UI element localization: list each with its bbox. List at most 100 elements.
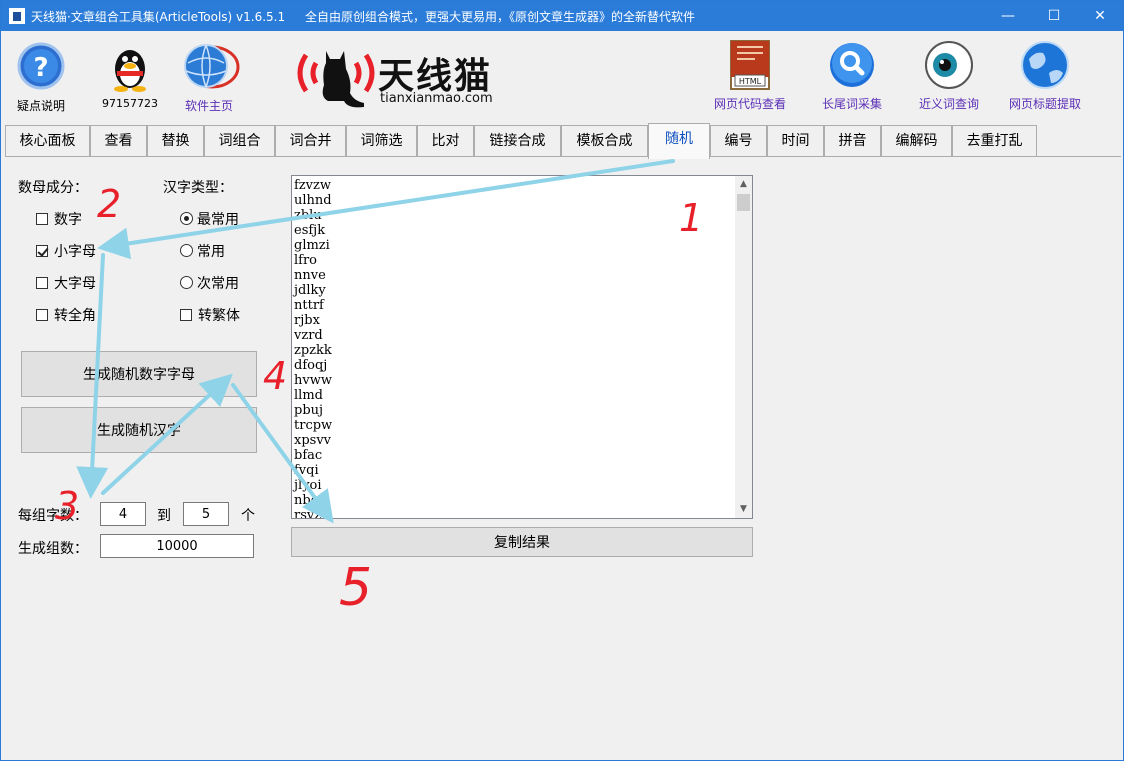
less-common-radio[interactable]: 次常用 bbox=[180, 273, 239, 293]
result-line: zblu bbox=[294, 208, 322, 223]
synonym-label: 近义词查询 bbox=[918, 97, 979, 111]
result-line: fvqi bbox=[294, 463, 319, 478]
logo-text-en: tianxianmao.com bbox=[380, 91, 493, 106]
earth-icon bbox=[1021, 41, 1069, 89]
scroll-down-icon[interactable]: ▼ bbox=[735, 501, 752, 518]
svg-text:?: ? bbox=[33, 53, 48, 83]
copy-result-button[interactable]: 复制结果 bbox=[291, 527, 753, 557]
svg-text:HTML: HTML bbox=[739, 77, 762, 86]
tab-core-panel[interactable]: 核心面板 bbox=[5, 125, 90, 157]
brand-logo: 天线猫 tianxianmao.com bbox=[294, 41, 494, 111]
group-count-input[interactable] bbox=[100, 534, 254, 558]
common-radio[interactable]: 常用 bbox=[180, 241, 225, 261]
tab-view[interactable]: 查看 bbox=[90, 125, 147, 157]
result-line: vzrd bbox=[294, 328, 323, 343]
minimize-button[interactable]: — bbox=[985, 1, 1031, 31]
result-line: trcpw bbox=[294, 418, 333, 433]
tab-template-compose[interactable]: 模板合成 bbox=[561, 125, 648, 157]
html-view-label: 网页代码查看 bbox=[713, 97, 786, 111]
digits-checkbox-label: 数字 bbox=[54, 212, 82, 228]
tab-word-filter[interactable]: 词筛选 bbox=[346, 125, 417, 157]
html-view-button[interactable]: HTML 网页代码查看 bbox=[708, 37, 792, 112]
result-line: nttrf bbox=[294, 298, 324, 313]
result-line: bfac bbox=[294, 448, 323, 463]
result-line: esfjk bbox=[294, 223, 326, 238]
title-extract-button[interactable]: 网页标题提取 bbox=[1003, 37, 1087, 112]
scroll-up-icon[interactable]: ▲ bbox=[735, 176, 752, 193]
maximize-button[interactable]: ☐ bbox=[1031, 1, 1077, 31]
result-line: lfro bbox=[294, 253, 318, 268]
generate-hanzi-button[interactable]: 生成随机汉字 bbox=[21, 407, 257, 453]
common-radio-label: 常用 bbox=[197, 244, 225, 260]
longtail-label: 长尾词采集 bbox=[821, 97, 882, 111]
unit-label: 个 bbox=[241, 508, 255, 524]
result-line: xpsvv bbox=[294, 433, 332, 448]
tab-time[interactable]: 时间 bbox=[767, 125, 824, 157]
result-lines: fzvzw ulhnd zblu esfjk glmzi lfro nnve jdlky ntt… bbox=[294, 178, 333, 519]
longtail-button[interactable]: 长尾词采集 bbox=[815, 37, 889, 112]
result-line: zpzkk bbox=[294, 343, 332, 358]
fullwidth-checkbox[interactable]: 转全角 bbox=[36, 305, 96, 325]
home-label: 软件主页 bbox=[184, 99, 233, 113]
help-button[interactable]: ? 疑点说明 bbox=[11, 39, 71, 114]
app-window: 天线猫·文章组合工具集(ArticleTools) v1.6.5.1 全自由原创… bbox=[0, 0, 1124, 761]
result-line: jlyoi bbox=[294, 478, 322, 493]
max-length-input[interactable] bbox=[183, 502, 229, 526]
tab-dedupe-shuffle[interactable]: 去重打乱 bbox=[952, 125, 1037, 157]
fullwidth-checkbox-label: 转全角 bbox=[54, 308, 96, 324]
qq-number: 97157723 bbox=[102, 97, 158, 110]
traditional-checkbox[interactable]: 转繁体 bbox=[180, 305, 240, 325]
tab-word-merge[interactable]: 词合并 bbox=[275, 125, 346, 157]
tab-link-compose[interactable]: 链接合成 bbox=[474, 125, 561, 157]
tab-replace[interactable]: 替换 bbox=[147, 125, 204, 157]
tab-numbering[interactable]: 编号 bbox=[710, 125, 767, 157]
title-extract-label: 网页标题提取 bbox=[1008, 97, 1081, 111]
title-bar: 天线猫·文章组合工具集(ArticleTools) v1.6.5.1 全自由原创… bbox=[1, 1, 1123, 31]
lowercase-checkbox-label: 小字母 bbox=[54, 244, 96, 260]
result-scrollbar[interactable]: ▲ ▼ bbox=[735, 176, 752, 518]
min-length-input[interactable] bbox=[100, 502, 146, 526]
result-line: nbcy bbox=[294, 493, 326, 508]
result-line: ulhnd bbox=[294, 193, 332, 208]
uppercase-checkbox-label: 大字母 bbox=[54, 276, 96, 292]
cat-antenna-icon bbox=[297, 51, 375, 108]
result-line: pbuj bbox=[294, 403, 324, 418]
less-common-radio-label: 次常用 bbox=[197, 276, 239, 292]
search-icon bbox=[830, 43, 874, 87]
result-line: llmd bbox=[294, 388, 323, 403]
app-icon bbox=[9, 8, 25, 24]
most-common-radio-label: 最常用 bbox=[197, 212, 239, 228]
tab-compare[interactable]: 比对 bbox=[417, 125, 474, 157]
tab-encode-decode[interactable]: 编解码 bbox=[881, 125, 952, 157]
result-line: rsvz bbox=[294, 508, 322, 519]
char-composition-label: 数母成分： bbox=[18, 180, 88, 196]
help-icon: ? bbox=[17, 42, 65, 90]
result-line: glmzi bbox=[294, 238, 330, 253]
qq-button[interactable]: 97157723 bbox=[99, 39, 161, 110]
tab-pinyin[interactable]: 拼音 bbox=[824, 125, 881, 157]
traditional-checkbox-label: 转繁体 bbox=[198, 308, 240, 324]
lowercase-checkbox[interactable]: 小字母 bbox=[36, 241, 96, 261]
eye-icon bbox=[925, 41, 973, 89]
uppercase-checkbox[interactable]: 大字母 bbox=[36, 273, 96, 293]
result-line: dfoqj bbox=[294, 358, 328, 373]
tab-word-combine[interactable]: 词组合 bbox=[204, 125, 275, 157]
to-label: 到 bbox=[157, 508, 171, 524]
result-line: fzvzw bbox=[294, 178, 331, 193]
result-textarea[interactable]: fzvzw ulhnd zblu esfjk glmzi lfro nnve jdlky ntt… bbox=[291, 175, 753, 519]
window-title: 天线猫·文章组合工具集(ArticleTools) v1.6.5.1 bbox=[31, 10, 286, 24]
generate-alnum-button[interactable]: 生成随机数字字母 bbox=[21, 351, 257, 397]
most-common-radio[interactable]: 最常用 bbox=[180, 209, 239, 229]
window-subtitle: 全自由原创组合模式，更强大更易用，《原创文章生成器》的全新替代软件 bbox=[305, 10, 696, 24]
close-button[interactable]: ✕ bbox=[1077, 1, 1123, 31]
result-line: rjbx bbox=[294, 313, 320, 328]
result-line: jdlky bbox=[294, 283, 326, 298]
help-label: 疑点说明 bbox=[16, 99, 65, 113]
home-button[interactable]: 软件主页 bbox=[177, 39, 241, 114]
tab-random[interactable]: 随机 bbox=[648, 123, 710, 159]
scroll-thumb[interactable] bbox=[737, 194, 750, 211]
result-line: nnve bbox=[294, 268, 326, 283]
group-count-label: 生成组数： bbox=[18, 541, 88, 557]
synonym-button[interactable]: 近义词查询 bbox=[913, 37, 985, 112]
digits-checkbox[interactable]: 数字 bbox=[36, 209, 82, 229]
